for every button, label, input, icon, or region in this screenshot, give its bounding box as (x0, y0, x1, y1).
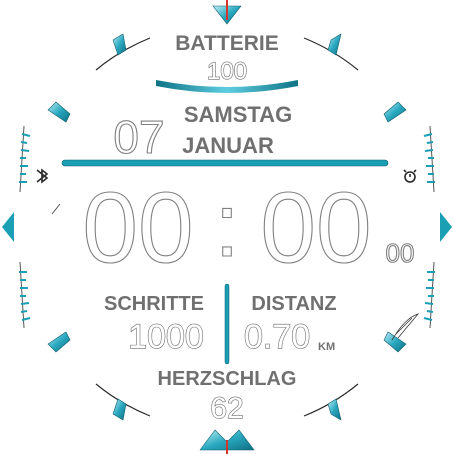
marker-12 (212, 0, 242, 25)
watch-face: BATTERIE 100 07 SAMSTAG JANUAR 00 : 00 0… (2, 0, 452, 454)
month-label: JANUAR (182, 133, 274, 158)
alarm-clock-icon (403, 169, 417, 183)
steps-label: SCHRITTE (104, 293, 204, 315)
steps-value: 1000 (128, 318, 204, 356)
marker-7 (112, 398, 127, 421)
stats-divider (224, 283, 230, 365)
marker-6 (199, 429, 255, 454)
weekday-label: SAMSTAG (184, 102, 292, 127)
time-hours: 00 (82, 172, 193, 284)
time-separator: : (214, 176, 239, 276)
marker-3-triangle (440, 212, 452, 242)
marker-11 (112, 33, 127, 56)
left-tick-scale (19, 125, 31, 329)
battery-value: 100 (207, 58, 247, 85)
heart-rate-label: HERZSCHLAG (158, 368, 297, 390)
time-minutes: 00 (260, 172, 371, 284)
separator-bar (61, 159, 389, 167)
heart-rate-value: 62 (210, 392, 243, 425)
time-seconds: 00 (386, 238, 415, 268)
bluetooth-icon (36, 168, 49, 184)
distance-value: 0.70 (244, 318, 310, 356)
marker-10 (47, 101, 71, 123)
day-number: 07 (113, 111, 164, 163)
distance-label: DISTANZ (251, 293, 336, 315)
battery-label: BATTERIE (175, 32, 278, 55)
marker-5 (327, 398, 342, 421)
marker-1 (327, 33, 342, 56)
right-tick-scale (423, 125, 435, 329)
marker-8 (47, 331, 71, 353)
marker-2 (383, 101, 407, 123)
marker-9-triangle (2, 212, 14, 242)
distance-unit: KM (318, 341, 335, 353)
